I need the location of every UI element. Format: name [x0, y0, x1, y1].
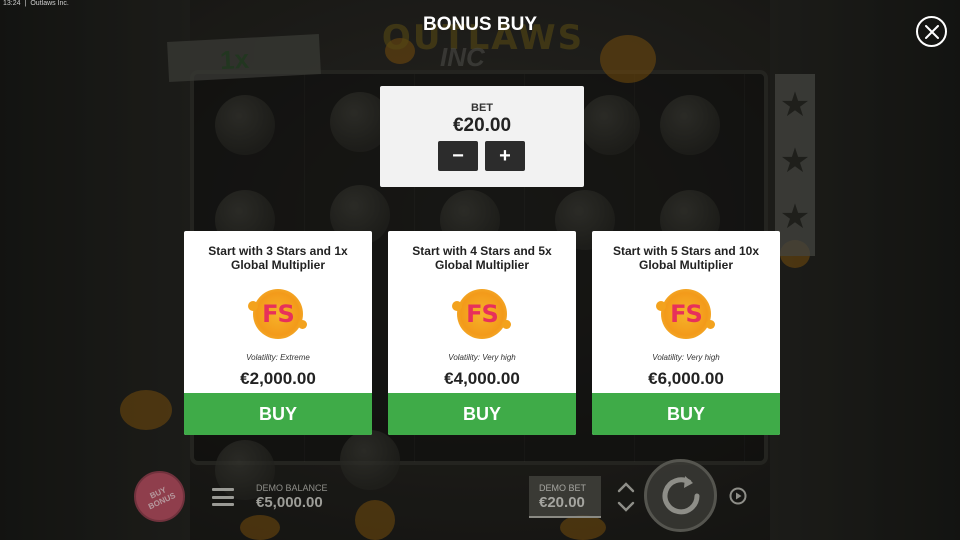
balance-value: €5,000.00: [256, 494, 323, 511]
status-time: 13:24: [3, 0, 21, 7]
buy-option-3-button[interactable]: BUY: [592, 393, 780, 435]
free-spins-badge-text: FS: [466, 300, 499, 328]
balance-label: DEMO BALANCE: [256, 483, 328, 493]
bonus-option-card: Start with 4 Stars and 5x Global Multipl…: [388, 231, 576, 435]
close-icon: [924, 24, 939, 39]
buy-option-1-button[interactable]: BUY: [184, 393, 372, 435]
bet-panel: BET €20.00 − +: [380, 86, 584, 187]
option-volatility: Volatility: Very high: [652, 353, 720, 362]
bonus-option-card: Start with 5 Stars and 10x Global Multip…: [592, 231, 780, 435]
decrease-bet-button[interactable]: −: [438, 141, 478, 171]
free-spins-badge-text: FS: [670, 300, 703, 328]
close-button[interactable]: [916, 16, 947, 47]
option-price: €6,000.00: [648, 369, 724, 388]
page-title: BONUS BUY: [422, 14, 537, 35]
option-title: Start with 5 Stars and 10x Global Multip…: [612, 244, 760, 272]
menu-button[interactable]: [212, 488, 234, 506]
option-price: €4,000.00: [444, 369, 520, 388]
option-title: Start with 3 Stars and 1x Global Multipl…: [208, 244, 348, 272]
option-price: €2,000.00: [240, 369, 316, 388]
chevron-up-icon[interactable]: [617, 481, 635, 493]
bet-label: BET: [471, 102, 493, 114]
spin-icon: [662, 475, 699, 514]
option-title: Start with 4 Stars and 5x Global Multipl…: [412, 244, 552, 272]
buy-bonus-button[interactable]: BUY BONUS: [134, 471, 185, 522]
hamburger-menu-icon: [212, 488, 234, 491]
buy-option-2-button[interactable]: BUY: [388, 393, 576, 435]
free-spins-icon: FS: [452, 289, 511, 339]
option-volatility: Volatility: Extreme: [246, 353, 310, 362]
status-bar: 13:24 | Outlaws Inc.: [3, 0, 73, 7]
free-spins-badge-text: FS: [262, 300, 295, 328]
chevron-down-icon[interactable]: [617, 501, 635, 513]
autoplay-icon[interactable]: [728, 486, 748, 506]
bet-display[interactable]: DEMO BET €20.00: [529, 476, 601, 518]
free-spins-icon: FS: [248, 289, 307, 339]
option-volatility: Volatility: Very high: [448, 353, 516, 362]
bet-display-label: DEMO BET: [539, 483, 587, 493]
bet-value: €20.00: [452, 115, 512, 136]
free-spins-icon: FS: [656, 289, 715, 339]
increase-bet-button[interactable]: +: [485, 141, 525, 171]
bonus-option-card: Start with 3 Stars and 1x Global Multipl…: [184, 231, 372, 435]
status-app-name: Outlaws Inc.: [30, 0, 69, 7]
buy-bonus-label: BUY BONUS: [146, 484, 177, 511]
bet-stepper: − +: [438, 141, 525, 171]
status-separator: |: [24, 0, 27, 7]
spin-button[interactable]: [644, 459, 717, 532]
bet-display-value: €20.00: [539, 494, 585, 511]
